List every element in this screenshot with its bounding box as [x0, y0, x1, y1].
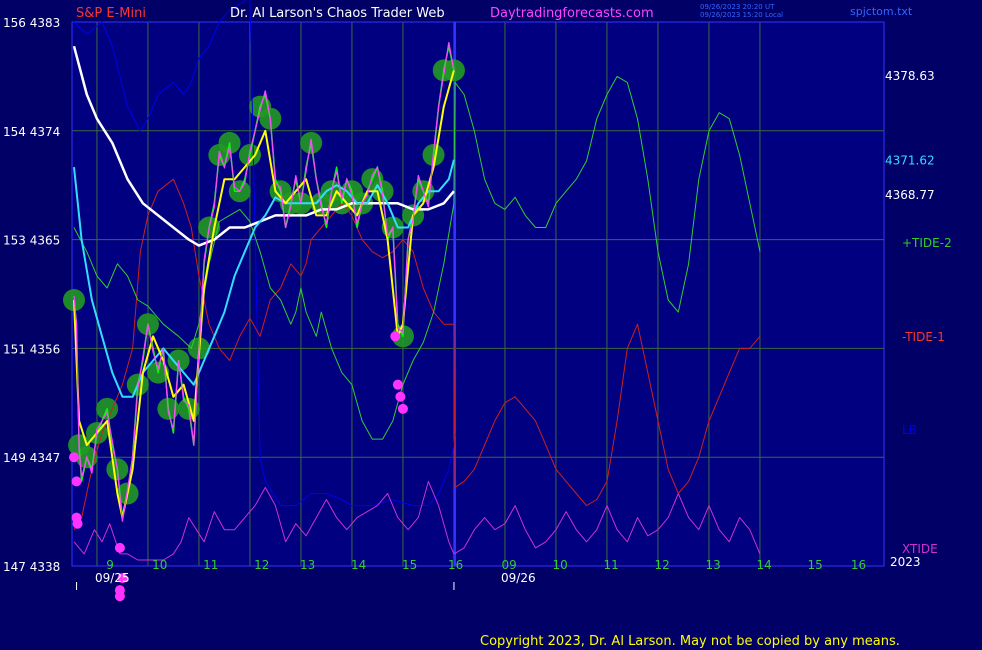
pivot-marker [395, 391, 406, 402]
x-tick-label: 15 [402, 558, 417, 572]
pivot-marker [392, 379, 403, 390]
timestamp-local: 09/26/2023 15:20 Local [700, 11, 783, 19]
site-url[interactable]: Daytradingforecasts.com [490, 6, 654, 21]
legend-label: XTIDE [902, 542, 938, 556]
x-tick-label: 10 [152, 558, 167, 572]
right-price-label: 4378.63 [885, 69, 935, 83]
chaos-trader-chart: S&P E-Mini Dr. Al Larson's Chaos Trader W… [0, 0, 982, 650]
date-label: 09/26 [501, 571, 536, 585]
pivot-marker [114, 591, 125, 602]
timestamp-ut: 09/26/2023 20:20 UT [700, 3, 775, 11]
pivot-marker [114, 542, 125, 553]
legend-label: LB [902, 423, 917, 437]
pivot-marker [69, 452, 79, 463]
pivot-marker [71, 476, 82, 487]
pivot-marker [390, 331, 401, 342]
x-tick-label: 16 [851, 558, 866, 572]
x-tick-label: 12 [655, 558, 670, 572]
pivot-marker [397, 403, 408, 414]
copyright-notice: Copyright 2023, Dr. Al Larson. May not b… [480, 634, 900, 649]
year-label: 2023 [890, 555, 921, 569]
y-tick-label: 154 4374 [3, 125, 60, 139]
x-tick-label: 16 [448, 558, 463, 572]
x-tick-label: 11 [203, 558, 218, 572]
data-file-name: spjctom.txt [850, 5, 913, 18]
x-tick-label: 11 [604, 558, 619, 572]
x-tick-label: 10 [553, 558, 568, 572]
x-tick-label: 09 [502, 558, 517, 572]
x-tick-label: 13 [300, 558, 315, 572]
y-tick-label: 156 4383 [3, 16, 60, 30]
x-tick-label: 13 [706, 558, 721, 572]
right-price-label: 4368.77 [885, 188, 935, 202]
x-tick-label: 9 [106, 558, 114, 572]
y-tick-label: 151 4356 [3, 342, 60, 356]
y-tick-label: 147 4338 [3, 560, 60, 574]
x-tick-label: 14 [757, 558, 772, 572]
instrument-name: S&P E-Mini [76, 6, 146, 21]
legend-label: +TIDE-2 [902, 236, 952, 250]
x-tick-label: 14 [351, 558, 366, 572]
legend-label: -TIDE-1 [902, 330, 945, 344]
x-tick-label: 15 [808, 558, 823, 572]
y-tick-label: 153 4365 [3, 234, 60, 248]
y-tick-label: 149 4347 [3, 451, 60, 465]
x-tick-label: 12 [254, 558, 269, 572]
site-title: Dr. Al Larson's Chaos Trader Web [230, 6, 445, 21]
right-price-label: 4371.62 [885, 154, 935, 168]
pivot-marker [72, 518, 83, 529]
date-label: 09/25 [95, 571, 130, 585]
plot-area [72, 22, 884, 566]
